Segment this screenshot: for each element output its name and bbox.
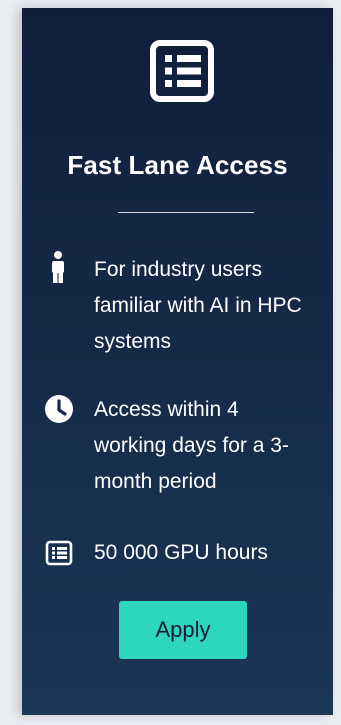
list-icon: [150, 40, 214, 102]
feature-industry-users: For industry users familiar with AI in H…: [94, 258, 302, 353]
card-title: Fast Lane Access: [67, 150, 288, 180]
clock-icon: [45, 395, 73, 423]
feature-gpu-hours: 50 000 GPU hours: [94, 541, 268, 564]
feature-access-time: Access within 4 working days for a 3-mon…: [94, 398, 289, 493]
list-icon: [45, 540, 73, 566]
title-divider: [118, 212, 254, 213]
apply-button[interactable]: Apply: [119, 601, 247, 659]
fast-lane-access-card: Fast Lane Access For industry users fami…: [22, 8, 333, 715]
person-icon: [52, 251, 64, 283]
